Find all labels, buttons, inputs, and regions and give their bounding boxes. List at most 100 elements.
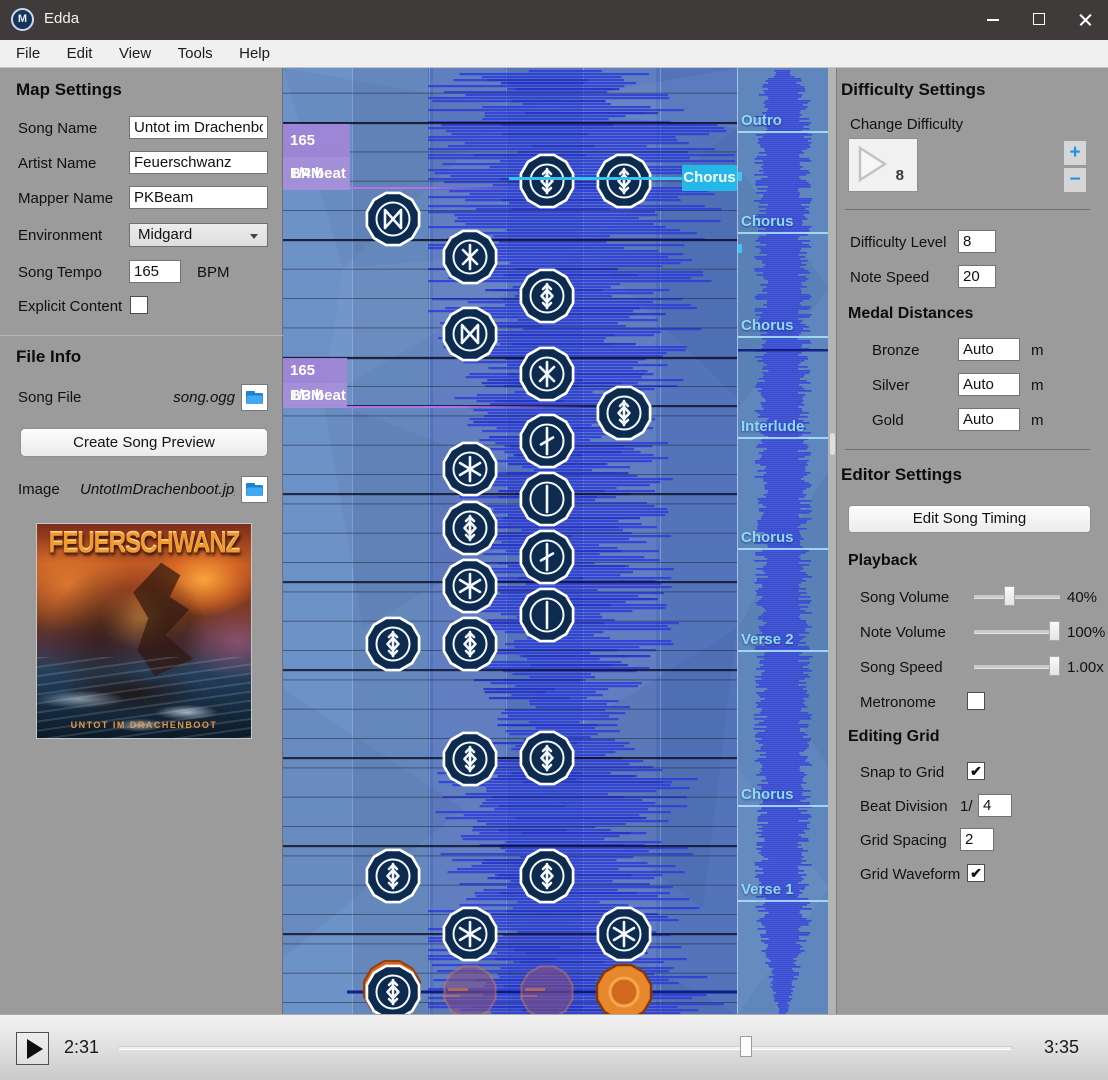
create-song-preview-button[interactable]: Create Song Preview [20,428,268,457]
note-rune-diamond[interactable] [442,731,498,787]
settings-panel: Difficulty Settings Change Difficulty 8 … [837,68,1108,1014]
menu-item-tools[interactable]: Tools [167,40,224,67]
slider-thumb[interactable] [1049,621,1060,641]
note-rune-hagall[interactable] [442,229,498,285]
nav-section-label[interactable]: Chorus [741,786,794,803]
note-rune-diamond[interactable] [365,616,421,672]
note-rune-dagaz[interactable] [442,306,498,362]
add-difficulty-button[interactable]: + [1063,140,1087,166]
total-time: 3:35 [1044,1037,1080,1057]
note-rune-diamond[interactable] [596,385,652,441]
note-rune-naudiz[interactable] [519,413,575,469]
nav-section-label[interactable]: Verse 2 [741,631,794,648]
nav-section-label[interactable]: Chorus [741,213,794,230]
seek-thumb[interactable] [740,1036,752,1057]
note-rune-diamond[interactable] [442,500,498,556]
nav-section-line [738,131,828,133]
note-editor-grid[interactable]: Chorus 165 BPM 1/4 beat 165 BPM 1/3 beat [283,68,737,1014]
difficulty-select-button[interactable]: 8 [848,138,918,192]
close-button[interactable] [1062,0,1108,40]
difficulty-level-input[interactable] [958,230,996,253]
beat-division-prefix: 1/ [960,798,973,815]
menu-item-edit[interactable]: Edit [56,40,104,67]
metronome-checkbox[interactable] [967,692,985,710]
nav-section-label[interactable]: Chorus [741,317,794,334]
note-rune-diamond[interactable] [519,268,575,324]
note-rune-diamond[interactable] [596,153,652,209]
grid-waveform-checkbox[interactable] [967,864,985,882]
note-rune-diamond[interactable] [365,848,421,904]
song-speed-slider[interactable] [974,656,1060,676]
note-rune-diamond[interactable] [519,730,575,786]
bpm-marker-division: 1/4 beat [283,157,350,190]
note-rune-naudiz[interactable] [519,529,575,585]
explicit-content-checkbox[interactable] [130,296,148,314]
artist-name-input[interactable] [129,151,268,174]
image-file-value: UntotImDrachenboot.jpg [80,481,235,498]
note-rune-hagall[interactable] [519,346,575,402]
remove-difficulty-button[interactable]: − [1063,167,1087,193]
nav-section-label[interactable]: Verse 1 [741,881,794,898]
maximize-button[interactable] [1016,0,1062,40]
gold-distance-input[interactable] [958,408,1020,431]
editor-settings-title: Editor Settings [841,465,962,484]
note-rune-star[interactable] [442,441,498,497]
note-rune-isaz[interactable] [519,587,575,643]
nav-section-label[interactable]: Chorus [741,529,794,546]
nav-section-label[interactable]: Outro [741,112,782,129]
artist-name-label: Artist Name [18,155,97,172]
difficulty-number: 8 [895,167,904,184]
title-bar[interactable]: M Edda [0,0,1108,40]
bpm-marker[interactable]: 165 BPM 1/3 beat [283,358,347,408]
seek-bar[interactable] [118,1046,1012,1050]
song-volume-slider[interactable] [974,586,1060,606]
bookmark-chip[interactable]: Chorus [682,165,737,191]
slider-thumb[interactable] [1004,586,1015,606]
bpm-marker[interactable]: 165 BPM 1/4 beat [283,124,350,190]
song-tempo-input[interactable] [129,260,181,283]
play-button[interactable] [16,1032,49,1065]
note-rune-dagaz[interactable] [365,191,421,247]
song-file-browse-button[interactable] [241,384,268,411]
grid-spacing-label: Grid Spacing [860,832,947,849]
note-rune-diamond[interactable] [365,964,421,1014]
slider-thumb[interactable] [1049,656,1060,676]
slider-track [974,665,1060,668]
gold-unit: m [1031,412,1044,429]
note-volume-slider[interactable] [974,621,1060,641]
note-speed-input[interactable] [958,265,996,288]
bpm-marker-tempo: 165 BPM [283,124,350,182]
scrollbar-thumb[interactable] [829,433,835,455]
menu-item-file[interactable]: File [5,40,51,67]
menu-item-view[interactable]: View [108,40,162,67]
beat-division-input[interactable] [978,794,1012,817]
note-rune-diamond[interactable] [442,616,498,672]
menu-item-help[interactable]: Help [228,40,281,67]
silver-distance-input[interactable] [958,373,1020,396]
hit-effect-ghost [443,965,497,1014]
image-browse-button[interactable] [241,476,268,503]
nav-section-label[interactable]: Interlude [741,418,804,435]
slider-track [974,630,1060,633]
note-rune-isaz[interactable] [519,471,575,527]
nav-section-line [738,650,828,652]
note-rune-star[interactable] [596,906,652,962]
minimize-button[interactable] [970,0,1016,40]
song-name-input[interactable] [129,116,268,139]
album-band-name: FEUERSCHWANZ [48,527,241,560]
editor-scrollbar[interactable] [828,68,837,1014]
environment-select[interactable]: Midgard [129,223,268,247]
edit-song-timing-button[interactable]: Edit Song Timing [848,505,1091,533]
nav-section-line [738,805,828,807]
mapper-name-input[interactable] [129,186,268,209]
note-rune-star[interactable] [442,906,498,962]
environment-value: Midgard [138,226,193,243]
note-rune-diamond[interactable] [519,848,575,904]
note-rune-diamond[interactable] [519,153,575,209]
snap-to-grid-checkbox[interactable] [967,762,985,780]
grid-spacing-input[interactable] [960,828,994,851]
bronze-distance-input[interactable] [958,338,1020,361]
note-rune-star[interactable] [442,558,498,614]
nav-section-line [738,336,828,338]
song-navigation-waveform[interactable]: Outro Chorus Chorus Interlude Chorus Verse 2 C… [737,68,828,1014]
